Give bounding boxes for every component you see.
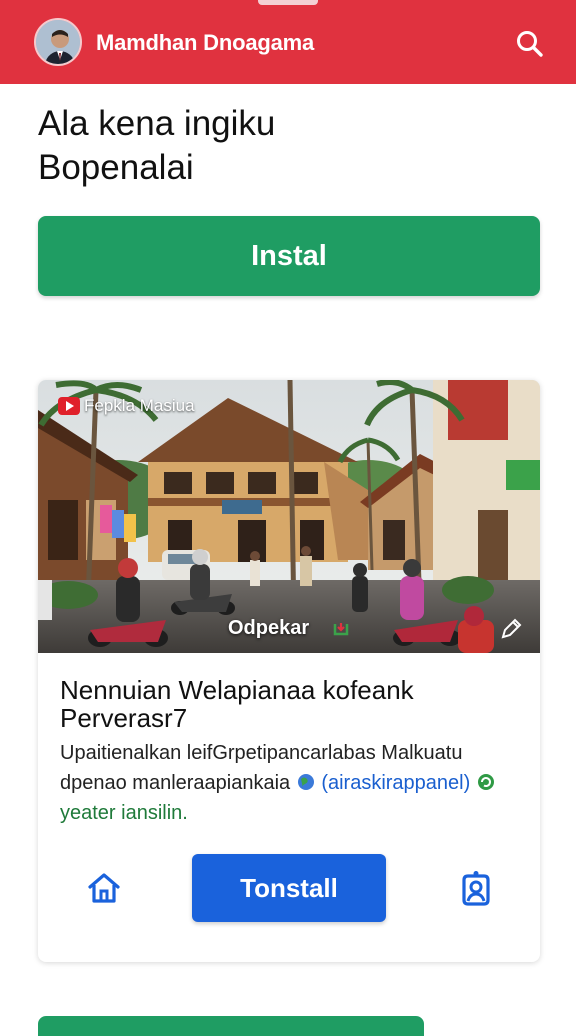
app-card: Fepkla Masiua Odpekar Nennuian Welapiana…: [38, 380, 540, 962]
search-button[interactable]: [508, 22, 552, 66]
status-notch: [258, 0, 318, 5]
user-avatar-icon: [36, 20, 80, 64]
avatar[interactable]: [34, 18, 82, 66]
desc-line-1: Upaitienalkan leifGrpetipancarlabas Malk…: [60, 742, 463, 764]
card-title: Nennuian Welapianaa kofeank Perverasr7: [60, 676, 530, 732]
search-icon: [517, 31, 543, 57]
username-title: Mamdhan Dnoagama: [96, 30, 315, 55]
download-icon: [333, 623, 349, 636]
edit-icon[interactable]: [498, 616, 524, 642]
install-card-button[interactable]: Tonstall: [192, 854, 386, 922]
top-app-bar: Mamdhan Dnoagama: [0, 0, 576, 84]
desc-link[interactable]: (airaskirappanel): [321, 772, 470, 794]
card-title-line-1: Nennuian Welapianaa kofeank: [60, 675, 414, 705]
headline-line-2: Bopenalai: [38, 148, 194, 187]
play-icon: [58, 397, 80, 415]
channel-badge: Fepkla Masiua: [58, 396, 195, 416]
profile-icon: [462, 871, 490, 906]
card-title-line-2: Perverasr7: [60, 703, 188, 733]
street-scene-illustration: [38, 380, 540, 653]
install-button[interactable]: Instal: [38, 216, 540, 296]
card-description: Upaitienalkan leifGrpetipancarlabas Malk…: [60, 738, 530, 828]
overlay-caption: Odpekar: [228, 617, 310, 639]
refresh-icon: [477, 774, 494, 790]
desc-line-2-text: dpenao manleraapiankaia: [60, 772, 291, 794]
home-button[interactable]: [84, 868, 124, 908]
globe-icon: [297, 774, 314, 790]
home-icon: [88, 873, 120, 903]
street-scene-image[interactable]: Fepkla Masiua Odpekar: [38, 380, 540, 653]
channel-label: Fepkla Masiua: [84, 396, 195, 415]
headline-line-1: Ala kena ingiku: [38, 104, 276, 143]
desc-line-3: yeater iansilin.: [60, 802, 188, 824]
page-headline: Ala kena ingiku Bopenalai: [38, 102, 538, 190]
next-card-edge: [38, 1016, 424, 1036]
profile-button[interactable]: [456, 870, 496, 910]
desc-line-2: dpenao manleraapiankaia (airaskirappanel…: [60, 768, 530, 798]
